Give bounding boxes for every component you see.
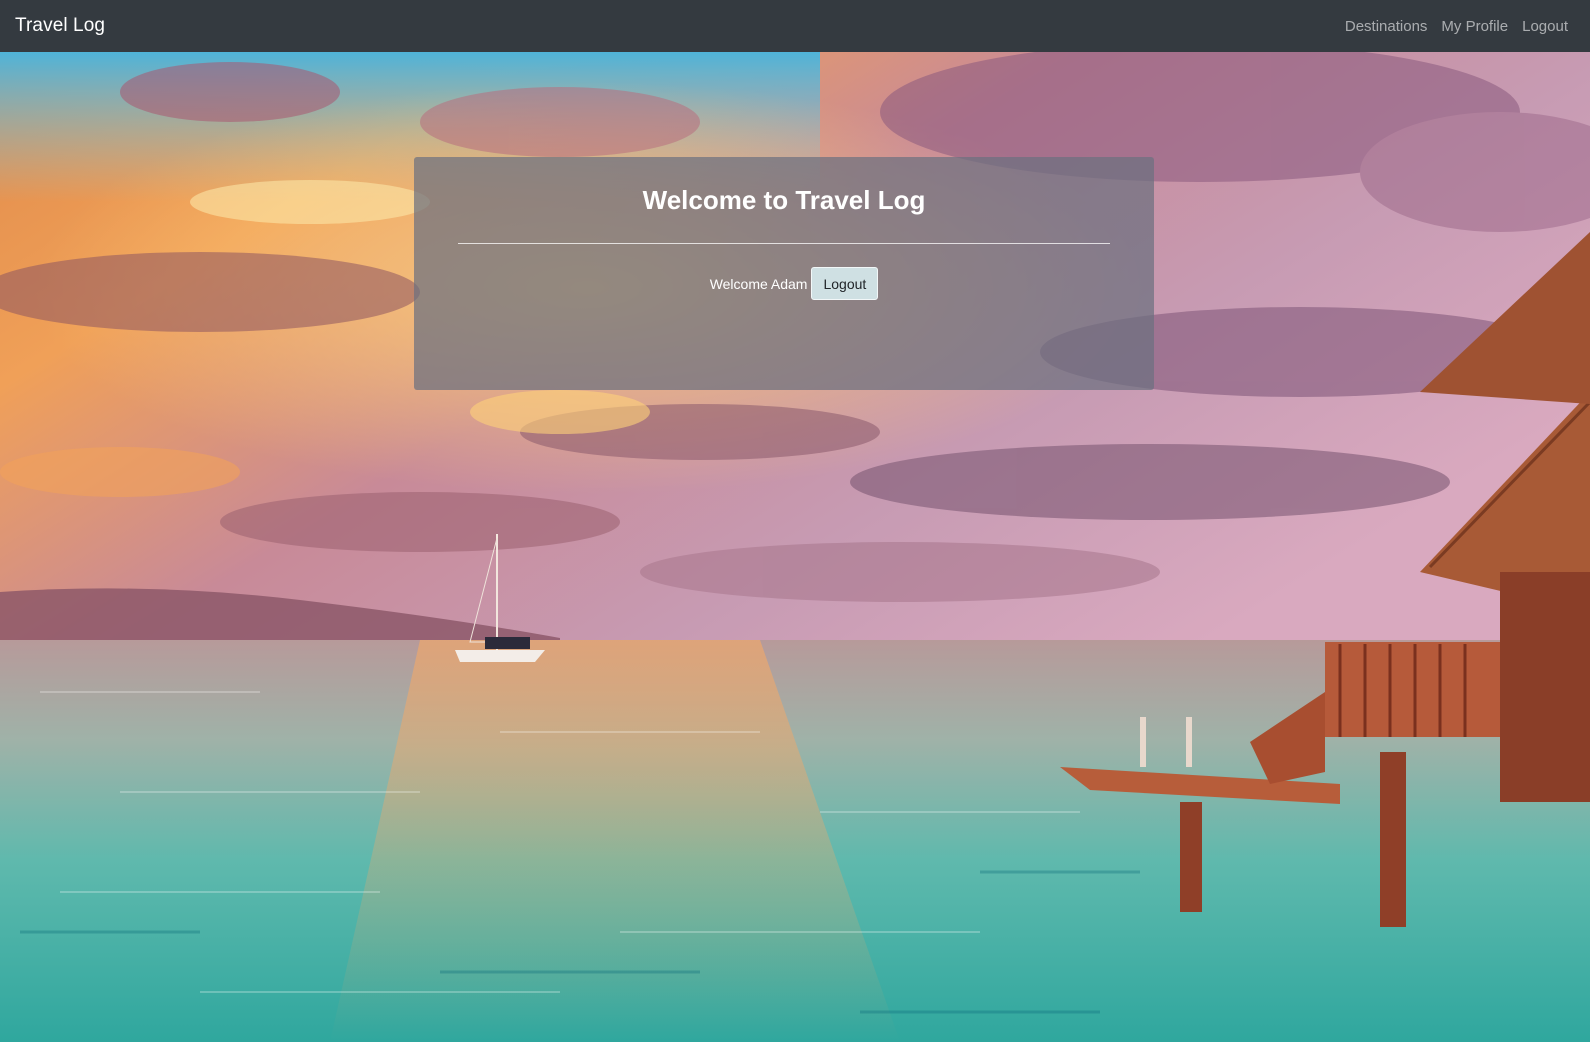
welcome-row: Welcome Adam Logout bbox=[414, 267, 1154, 300]
divider bbox=[458, 243, 1110, 244]
title-prefix: Welcome to bbox=[642, 185, 789, 215]
navbar-links: Destinations My Profile Logout bbox=[1345, 18, 1568, 35]
nav-link-logout[interactable]: Logout bbox=[1522, 18, 1568, 35]
nav-link-my-profile[interactable]: My Profile bbox=[1441, 18, 1508, 35]
page-title: Welcome to Travel Log bbox=[414, 185, 1154, 216]
top-navbar: Travel Log Destinations My Profile Logou… bbox=[0, 0, 1590, 52]
welcome-panel: Welcome to Travel Log Welcome Adam Logou… bbox=[414, 157, 1154, 390]
navbar-brand[interactable]: Travel Log bbox=[15, 15, 105, 37]
welcome-greeting: Welcome Adam bbox=[709, 275, 808, 292]
logout-button[interactable]: Logout bbox=[811, 267, 879, 300]
nav-link-destinations[interactable]: Destinations bbox=[1345, 18, 1428, 35]
title-brand: Travel Log bbox=[795, 185, 926, 215]
